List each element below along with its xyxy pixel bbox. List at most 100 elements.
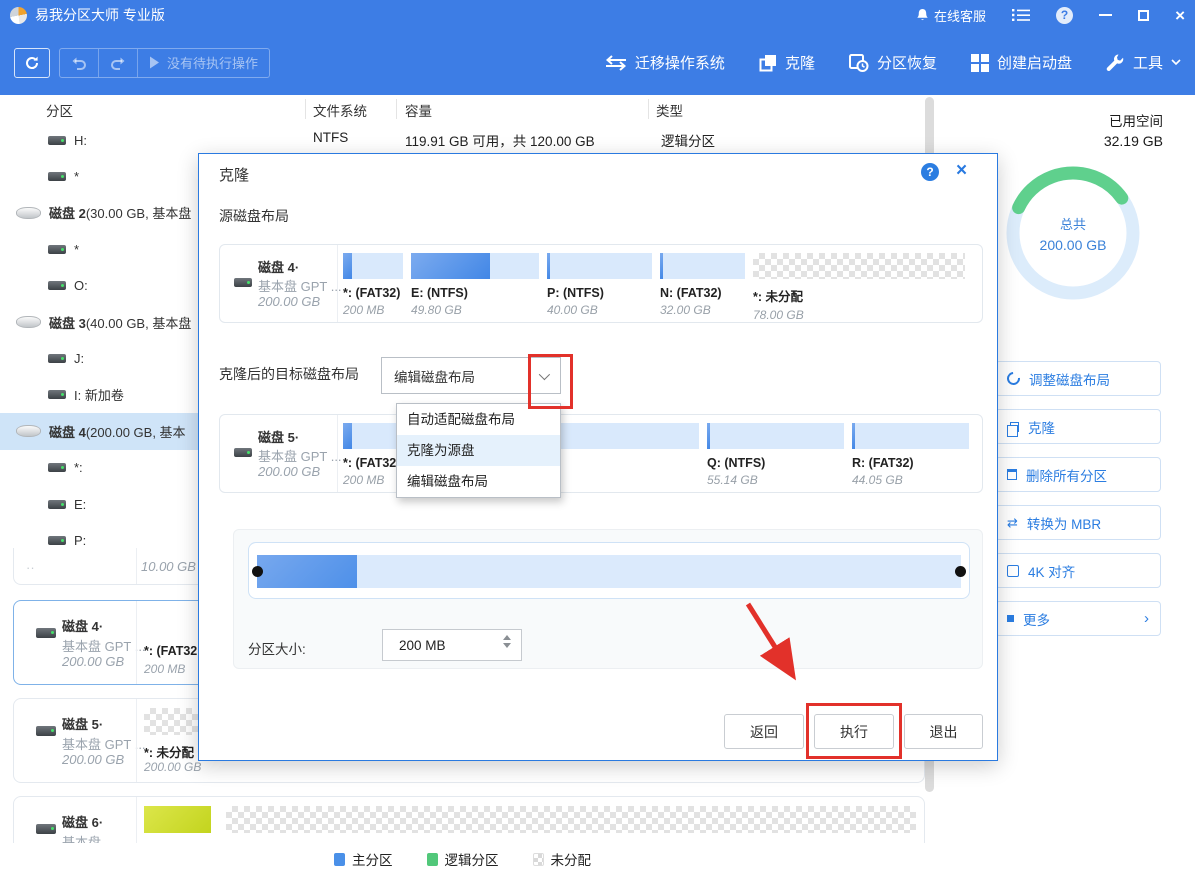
- tools-wrench-icon: [1106, 53, 1125, 72]
- target-partition-r[interactable]: R: (FAT32) 44.05 GB: [852, 423, 969, 487]
- 4k-align-icon: [1007, 565, 1019, 577]
- target-disk-name: 磁盘 5·: [258, 427, 299, 446]
- spinner-up-icon[interactable]: [503, 635, 511, 640]
- partition-size: 78.00 GB: [753, 308, 965, 322]
- refresh-button[interactable]: [14, 48, 50, 78]
- annotation-rect-execute: [806, 703, 902, 759]
- source-partition-unallocated[interactable]: *: 未分配 78.00 GB: [753, 253, 965, 322]
- maximize-button[interactable]: [1138, 10, 1149, 21]
- partition-used-fill: [343, 253, 352, 279]
- nav-clone-label: 克隆: [785, 52, 815, 73]
- partition-size: 40.00 GB: [547, 303, 652, 317]
- minimize-button[interactable]: [1099, 14, 1112, 16]
- dropdown-option-clone-as-source[interactable]: 克隆为源盘: [397, 435, 560, 466]
- disk-detail: (200.00 GB, 基本: [86, 422, 186, 441]
- action-convert-to-mbr[interactable]: ⇄ 转换为 MBR: [995, 505, 1161, 540]
- partition-label: E: (NTFS): [411, 286, 539, 300]
- dialog-help-icon[interactable]: ?: [921, 163, 939, 181]
- source-partition-p[interactable]: P: (NTFS) 40.00 GB: [547, 253, 652, 322]
- more-icon: [1007, 615, 1014, 622]
- slider-left-handle[interactable]: [252, 566, 263, 577]
- legend-primary-swatch: [334, 853, 345, 866]
- disk-usage-donut: 总共 200.00 GB: [998, 158, 1148, 308]
- source-partition-e[interactable]: E: (NTFS) 49.80 GB: [411, 253, 539, 322]
- tree-item-label: E:: [74, 497, 86, 512]
- disk-card-size: 200.00 GB: [62, 654, 124, 669]
- spinner-down-icon[interactable]: [503, 643, 511, 648]
- partition-used-fill: [852, 423, 855, 449]
- apply-pending-button[interactable]: 没有待执行操作: [137, 49, 269, 77]
- partition-resize-slider[interactable]: [248, 542, 970, 599]
- migrate-os-icon: [605, 55, 627, 71]
- action-clone[interactable]: 克隆: [995, 409, 1161, 444]
- partition-size-spinner[interactable]: [382, 629, 522, 661]
- exit-button[interactable]: 退出: [904, 714, 983, 749]
- redo-button[interactable]: [98, 49, 137, 77]
- action-adjust-layout[interactable]: 调整磁盘布局: [995, 361, 1161, 396]
- back-button[interactable]: 返回: [724, 714, 804, 749]
- dialog-close-icon[interactable]: ×: [956, 160, 967, 182]
- refresh-icon: [24, 55, 40, 71]
- boot-disk-icon: [971, 54, 989, 72]
- partition-size: 44.05 GB: [852, 473, 969, 487]
- partition-label: Q: (NTFS): [707, 456, 844, 470]
- disk-name: 磁盘 2: [49, 203, 86, 222]
- partition-size: 55.14 GB: [707, 473, 844, 487]
- disk-drive-icon: [36, 726, 56, 736]
- slider-right-handle[interactable]: [955, 566, 966, 577]
- trash-icon: [1007, 469, 1017, 480]
- nav-migrate-os[interactable]: 迁移操作系统: [605, 52, 725, 73]
- partition-bar-simple-volume[interactable]: [144, 806, 211, 833]
- partition-bar: [660, 253, 745, 279]
- partition-used-fill: [547, 253, 550, 279]
- slider-strip: [257, 555, 961, 588]
- play-icon: [149, 56, 160, 69]
- adjust-layout-icon: [1004, 369, 1022, 387]
- partition-icon: [48, 390, 66, 399]
- partition-size-input[interactable]: [383, 630, 521, 660]
- nav-create-boot-disk[interactable]: 创建启动盘: [971, 52, 1072, 73]
- disk-card-name: 磁盘 6·: [62, 812, 103, 831]
- layout-dropdown-menu: 自动适配磁盘布局 克隆为源盘 编辑磁盘布局: [396, 403, 561, 498]
- column-separator: [305, 99, 306, 119]
- chevron-down-icon: [1171, 59, 1181, 66]
- col-partition: 分区: [46, 100, 73, 120]
- partition-size: 200 MB: [343, 303, 403, 317]
- column-separator: [648, 99, 649, 119]
- source-partition-fat32[interactable]: *: (FAT32) 200 MB: [343, 253, 403, 322]
- dropdown-option-edit-layout[interactable]: 编辑磁盘布局: [397, 466, 560, 497]
- action-more[interactable]: 更多 ›: [995, 601, 1161, 636]
- close-button[interactable]: ×: [1175, 7, 1185, 24]
- source-partition-n[interactable]: N: (FAT32) 32.00 GB: [660, 253, 745, 322]
- help-icon[interactable]: ?: [1056, 7, 1073, 24]
- disk-drive-icon: [234, 278, 252, 287]
- target-disk-card: 磁盘 5· 基本盘 GPT ... 200.00 GB *: (FAT32 20…: [219, 414, 983, 493]
- disk-card-name: 磁盘 4·: [62, 616, 103, 635]
- partition-icon: [48, 136, 66, 145]
- legend-logical: 逻辑分区: [427, 849, 499, 869]
- undo-button[interactable]: [60, 49, 98, 77]
- partition-bar-unallocated: [753, 253, 965, 279]
- legend-primary-label: 主分区: [352, 849, 393, 869]
- nav-tools[interactable]: 工具: [1106, 52, 1181, 73]
- nav-partition-recovery[interactable]: 分区恢复: [849, 52, 937, 73]
- partition-label: *: 未分配: [144, 742, 194, 761]
- target-partition-q[interactable]: Q: (NTFS) 55.14 GB: [707, 423, 844, 487]
- donut-total-label: 总共: [1060, 214, 1086, 233]
- source-layout-label: 源磁盘布局: [219, 206, 289, 226]
- nav-clone[interactable]: 克隆: [759, 52, 815, 73]
- nav-migrate-os-label: 迁移操作系统: [635, 52, 725, 73]
- partition-used-fill: [707, 423, 710, 449]
- card-divider: [136, 601, 137, 684]
- operations-list-icon[interactable]: [1012, 8, 1030, 22]
- tree-item-label: P:: [74, 533, 86, 548]
- col-filesystem: 文件系统: [313, 100, 367, 120]
- disk-drive-icon: [36, 628, 56, 638]
- spinner-arrows[interactable]: [503, 635, 511, 648]
- action-4k-align[interactable]: 4K 对齐: [995, 553, 1161, 588]
- partition-label: *: (FAT32): [343, 286, 403, 300]
- action-delete-all-partitions[interactable]: 删除所有分区: [995, 457, 1161, 492]
- bell-icon: [916, 8, 929, 22]
- partition-bar-unallocated[interactable]: [226, 806, 916, 833]
- online-service-button[interactable]: 在线客服: [916, 6, 986, 25]
